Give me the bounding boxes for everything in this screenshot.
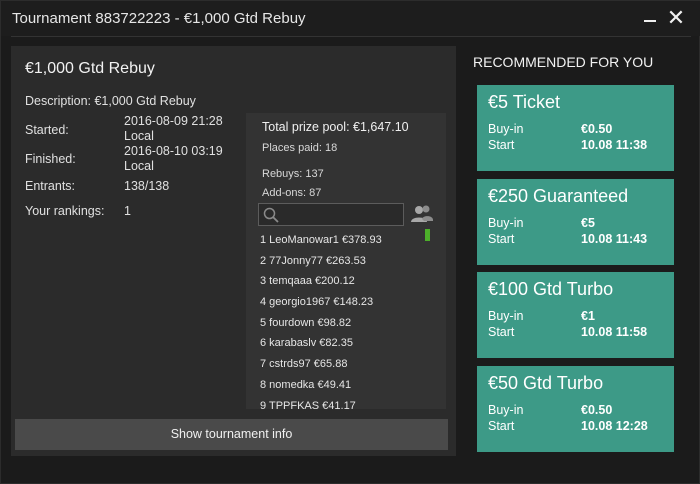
start-label: Start xyxy=(488,419,515,433)
start-label: Start xyxy=(488,325,515,339)
prize-pool-box: Total prize pool: €1,647.10 Places paid:… xyxy=(246,113,446,412)
close-icon[interactable]: ✕ xyxy=(665,7,687,29)
entrants-label: Entrants: xyxy=(25,179,76,193)
buyin-value: €0.50 xyxy=(581,403,613,417)
buyin-value: €5 xyxy=(581,216,595,230)
buyin-label: Buy-in xyxy=(488,122,524,136)
recommended-card[interactable]: €5 Ticket Buy-in €0.50 Start 10.08 11:38 xyxy=(477,85,674,171)
entrants-value: 138/138 xyxy=(124,179,170,193)
minimize-icon[interactable] xyxy=(640,7,662,29)
buyin-label: Buy-in xyxy=(488,216,524,230)
ranking-list-item: 9 TPPFKAS €41.17 xyxy=(260,399,356,412)
tournament-panel: €1,000 Gtd Rebuy Description: €1,000 Gtd… xyxy=(11,46,456,456)
tournament-name: €1,000 Gtd Rebuy xyxy=(25,60,155,77)
ranking-list-item: 3 temqaaa €200.12 xyxy=(260,275,355,288)
started-value: 2016-08-09 21:28 Local xyxy=(124,114,223,144)
recommended-card-name: €50 Gtd Turbo xyxy=(488,373,604,393)
recommended-title: RECOMMENDED FOR YOU xyxy=(473,54,654,70)
recommended-card-name: €100 Gtd Turbo xyxy=(488,279,614,299)
users-icon[interactable] xyxy=(410,204,434,224)
player-search-input[interactable] xyxy=(258,203,404,226)
ranking-list-item: 6 karabaslv €82.35 xyxy=(260,337,353,350)
recommended-card-name: €5 Ticket xyxy=(488,92,561,112)
title-bar: Tournament 883722223 - €1,000 Gtd Rebuy … xyxy=(1,1,700,36)
start-value: 10.08 11:58 xyxy=(581,325,648,339)
started-date: 2016-08-09 21:28 xyxy=(124,114,223,128)
start-value: 10.08 11:38 xyxy=(581,138,648,152)
finished-date: 2016-08-10 03:19 xyxy=(124,144,223,158)
recommended-card[interactable]: €100 Gtd Turbo Buy-in €1 Start 10.08 11:58 xyxy=(477,272,674,358)
search-icon xyxy=(263,207,279,223)
ranking-list-item: 4 georgio1967 €148.23 xyxy=(260,296,374,309)
tournament-window: Tournament 883722223 - €1,000 Gtd Rebuy … xyxy=(0,0,700,484)
title-divider xyxy=(11,36,691,37)
prize-pool-total: Total prize pool: €1,647.10 xyxy=(262,120,409,134)
started-label: Started: xyxy=(25,123,69,137)
finished-value: 2016-08-10 03:19 Local xyxy=(124,144,223,174)
buyin-label: Buy-in xyxy=(488,309,524,323)
finished-timezone: Local xyxy=(124,159,154,173)
buyin-value: €0.50 xyxy=(581,122,613,136)
list-scroll-indicator[interactable] xyxy=(425,229,430,241)
start-label: Start xyxy=(488,232,515,246)
buyin-value: €1 xyxy=(581,309,595,323)
recommended-card[interactable]: €250 Guaranteed Buy-in €5 Start 10.08 11:43 xyxy=(477,179,674,265)
ranking-list-item: 7 cstrds97 €65.88 xyxy=(260,358,348,371)
ranking-list-item: 8 nomedka €49.41 xyxy=(260,378,352,391)
finished-label: Finished: xyxy=(25,152,76,166)
window-title: Tournament 883722223 - €1,000 Gtd Rebuy xyxy=(12,10,306,27)
show-tournament-info-button[interactable]: Show tournament info xyxy=(15,419,448,450)
player-rankings-list: 1 LeoManowar1 €378.93 2 77Jonny77 €263.53… xyxy=(260,233,420,419)
rankings-label: Your rankings: xyxy=(25,204,105,218)
start-value: 10.08 12:28 xyxy=(581,419,648,433)
recommended-card-name: €250 Guaranteed xyxy=(488,186,629,206)
addons-count: Add-ons: 87 xyxy=(262,187,322,199)
rebuys-count: Rebuys: 137 xyxy=(262,168,324,180)
ranking-list-item: 1 LeoManowar1 €378.93 xyxy=(260,234,382,246)
ranking-list-item: 5 fourdown €98.82 xyxy=(260,316,352,329)
start-value: 10.08 11:43 xyxy=(581,232,648,246)
start-label: Start xyxy=(488,138,515,152)
tournament-description: Description: €1,000 Gtd Rebuy xyxy=(25,94,196,108)
ranking-list-item: 2 77Jonny77 €263.53 xyxy=(260,254,366,267)
rankings-value: 1 xyxy=(124,204,131,218)
recommended-card[interactable]: €50 Gtd Turbo Buy-in €0.50 Start 10.08 12:28 xyxy=(477,366,674,452)
started-timezone: Local xyxy=(124,129,154,143)
places-paid: Places paid: 18 xyxy=(262,142,338,154)
buyin-label: Buy-in xyxy=(488,403,524,417)
